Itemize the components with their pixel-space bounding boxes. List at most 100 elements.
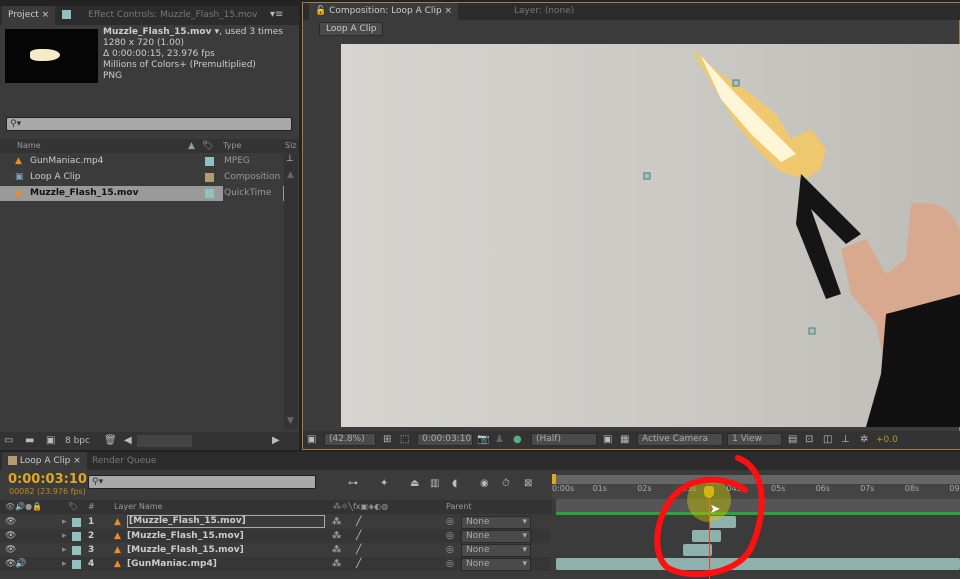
new-composition-icon[interactable]: ▣	[46, 435, 55, 447]
layer-name[interactable]: [Muzzle_Flash_15.mov]	[127, 529, 244, 543]
audio-icon[interactable]: 🔊	[15, 557, 26, 571]
layer-row[interactable]: 👁 ▸ 1 ▲ [Muzzle_Flash_15.mov] ⁂ ╱ ◎ None…	[0, 515, 550, 529]
parent-dropdown[interactable]: None ▾	[461, 516, 531, 529]
layer-row[interactable]: 👁 ▸ 2 ▲ [Muzzle_Flash_15.mov] ⁂ ╱ ◎ None…	[0, 529, 550, 543]
fast-previews-icon[interactable]: ▣	[603, 434, 612, 446]
timeline-search-input[interactable]: ⚲▾	[88, 475, 316, 489]
brainstorm-icon[interactable]: ◉	[480, 478, 489, 490]
expand-triangle-icon[interactable]: ▸	[62, 529, 67, 543]
exposure-value[interactable]: +0.0	[876, 434, 898, 446]
quality-switch-icon[interactable]: ╱	[356, 557, 361, 571]
tab-loop-a-clip[interactable]: Loop A Clip ×	[2, 452, 87, 470]
label-swatch[interactable]	[72, 546, 81, 555]
label-swatch[interactable]	[72, 518, 81, 527]
trash-icon[interactable]: 🗑	[104, 435, 117, 447]
safe-margins-icon[interactable]: ⊞	[383, 434, 391, 446]
view-layout-dropdown[interactable]: 1 View	[727, 433, 782, 446]
interpret-footage-icon[interactable]: ▭	[4, 435, 13, 447]
eye-icon[interactable]: 👁	[5, 543, 16, 557]
pickwhip-icon[interactable]: ◎	[446, 515, 454, 529]
close-icon[interactable]: ×	[445, 6, 453, 16]
flowchart-icon[interactable]: ⊥	[284, 154, 294, 164]
close-icon[interactable]: ×	[73, 456, 81, 466]
tab-layer[interactable]: Layer: (none)	[508, 3, 580, 20]
pickwhip-icon[interactable]: ◎	[446, 529, 454, 543]
channel-icon[interactable]: ●	[513, 434, 522, 446]
expand-triangle-icon[interactable]: ▸	[62, 557, 67, 571]
shy-switch-icon[interactable]: ⁂	[332, 557, 341, 571]
region-of-interest-icon[interactable]: ⬚	[400, 434, 409, 446]
quality-switch-icon[interactable]: ╱	[356, 515, 361, 529]
hide-shy-layers-icon[interactable]: ⏏	[410, 478, 419, 490]
composition-viewer[interactable]	[341, 44, 960, 427]
layer-name[interactable]: [Muzzle_Flash_15.mov]	[127, 515, 325, 528]
resolution-dropdown[interactable]: (Half)	[531, 433, 597, 446]
column-size[interactable]: Siz	[285, 139, 297, 153]
label-swatch[interactable]	[72, 532, 81, 541]
current-time-field[interactable]: 0:00:03:10	[417, 433, 473, 446]
label-swatch[interactable]	[72, 560, 81, 569]
layer-row[interactable]: 👁 🔊 ▸ 4 ▲ [GunManiac.mp4] ⁂ ╱ ◎ None ▾	[0, 557, 550, 571]
panel-menu-icon[interactable]: ▾≡	[270, 9, 283, 21]
flowchart-icon[interactable]: ⊥	[841, 434, 850, 446]
pickwhip-icon[interactable]: ◎	[446, 557, 454, 571]
toggle-pixel-aspect-icon[interactable]: ▤	[788, 434, 797, 446]
scroll-left-icon[interactable]: ◀	[124, 435, 132, 447]
graph-editor-icon[interactable]: ⊠	[524, 478, 532, 490]
close-icon[interactable]: ×	[42, 10, 50, 20]
project-search-input[interactable]: ⚲▾	[6, 117, 292, 131]
eye-icon[interactable]: 👁	[5, 529, 16, 543]
always-preview-icon[interactable]: ▣	[307, 434, 316, 446]
quality-switch-icon[interactable]: ╱	[356, 543, 361, 557]
quality-switch-icon[interactable]: ╱	[356, 529, 361, 543]
scroll-right-icon[interactable]: ▶	[272, 435, 280, 447]
parent-dropdown[interactable]: None ▾	[461, 558, 531, 571]
project-bpc[interactable]: 8 bpc	[65, 435, 90, 447]
project-item[interactable]: ▲ Muzzle_Flash_15.mov QuickTime	[0, 186, 284, 201]
tab-composition[interactable]: 🔓 Composition: Loop A Clip ×	[309, 3, 459, 20]
project-item[interactable]: ▣ Loop A Clip Composition	[0, 170, 284, 185]
expand-triangle-icon[interactable]: ▸	[62, 543, 67, 557]
parent-dropdown[interactable]: None ▾	[461, 530, 531, 543]
magnification-dropdown[interactable]: (42.8%)	[324, 433, 376, 446]
snapshot-icon[interactable]: 📷	[477, 434, 489, 446]
layer-name[interactable]: [Muzzle_Flash_15.mov]	[127, 543, 244, 557]
draft-3d-icon[interactable]: ✦	[380, 478, 388, 490]
column-type[interactable]: Type	[223, 139, 241, 153]
parent-dropdown[interactable]: None ▾	[461, 544, 531, 557]
column-number[interactable]: #	[88, 500, 95, 514]
render-icon[interactable]: ⊡	[805, 434, 813, 446]
camera-dropdown[interactable]: Active Camera	[637, 433, 723, 446]
layer-name[interactable]: [GunManiac.mp4]	[127, 557, 217, 571]
shy-switch-icon[interactable]: ⁂	[332, 515, 341, 529]
tab-effect-controls[interactable]: Effect Controls: Muzzle_Flash_15.mov	[56, 6, 264, 25]
shy-switch-icon[interactable]: ⁂	[332, 529, 341, 543]
transparency-grid-icon[interactable]: ▦	[620, 434, 629, 446]
pickwhip-icon[interactable]: ◎	[446, 543, 454, 557]
project-scrollbar[interactable]: ⊥ ▲ ▼	[284, 154, 298, 429]
expand-triangle-icon[interactable]: ▸	[62, 515, 67, 529]
eye-icon[interactable]: 👁	[5, 515, 16, 529]
exposure-icon[interactable]: ✲	[860, 434, 868, 446]
column-layer-name[interactable]: Layer Name	[114, 500, 162, 514]
layer-number: 3	[88, 545, 95, 555]
timeline-icon[interactable]: ◫	[823, 434, 832, 446]
layer-row[interactable]: 👁 ▸ 3 ▲ [Muzzle_Flash_15.mov] ⁂ ╱ ◎ None…	[0, 543, 550, 557]
composition-mini-flowchart-icon[interactable]: ⊶	[348, 478, 358, 490]
new-folder-icon[interactable]: ▬	[25, 435, 34, 447]
work-area-start-handle[interactable]	[552, 474, 556, 484]
shy-switch-icon[interactable]: ⁂	[332, 543, 341, 557]
show-snapshot-icon[interactable]: ♟	[495, 434, 504, 446]
current-time-display[interactable]: 0:00:03:10	[8, 472, 87, 487]
horizontal-scrollbar[interactable]	[137, 435, 192, 447]
project-item[interactable]: ▲ GunManiac.mp4 MPEG	[0, 154, 284, 169]
column-parent[interactable]: Parent	[446, 500, 472, 514]
breadcrumb-loop-a-clip[interactable]: Loop A Clip	[319, 22, 384, 36]
tab-project[interactable]: Project ×	[2, 6, 56, 25]
lock-icon[interactable]: 🔓	[315, 6, 326, 16]
tab-render-queue[interactable]: Render Queue	[86, 452, 162, 470]
motion-blur-icon[interactable]: ◖	[452, 478, 457, 490]
auto-keyframe-icon[interactable]: ⏱	[502, 478, 510, 490]
frame-blending-icon[interactable]: ▥	[430, 478, 439, 490]
column-name[interactable]: Name	[17, 139, 41, 153]
